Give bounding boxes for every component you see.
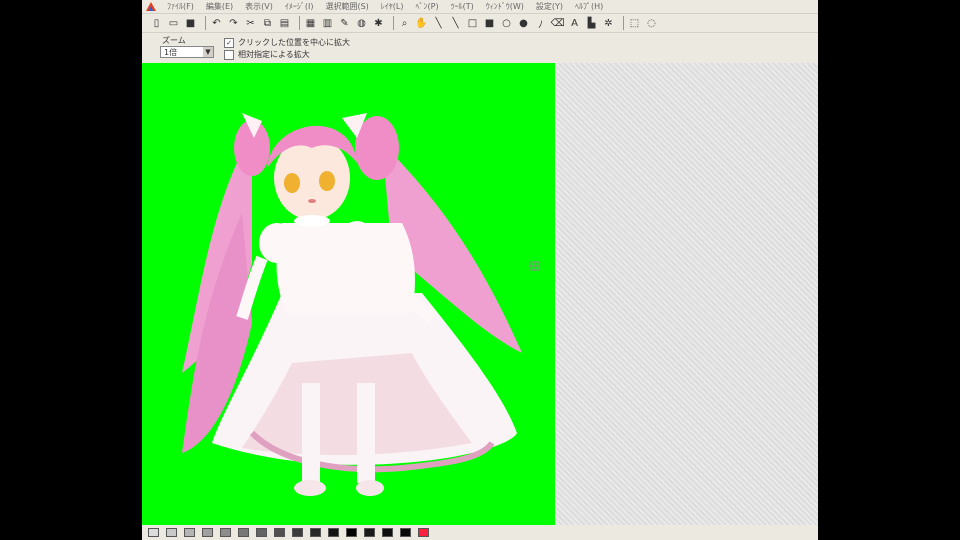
collar: [294, 215, 330, 227]
color-palette: [142, 525, 818, 540]
palette-swatch[interactable]: [220, 528, 231, 537]
menu-item[interactable]: 表示(V): [239, 1, 279, 12]
menu-item[interactable]: ﾚｲﾔ(L): [375, 1, 410, 12]
menu-item[interactable]: 設定(Y): [530, 1, 569, 12]
rect-icon[interactable]: □: [466, 17, 479, 30]
palette-swatch[interactable]: [256, 528, 267, 537]
center-zoom-label: クリックした位置を中心に拡大: [238, 38, 350, 47]
left-foot: [294, 480, 326, 496]
select-rect-icon[interactable]: ⬚: [628, 17, 641, 30]
palette-swatch[interactable]: [292, 528, 303, 537]
bucket-icon[interactable]: ◍: [355, 17, 368, 30]
menu-item[interactable]: ｲﾒｰｼﾞ(I): [279, 1, 320, 12]
copy-icon[interactable]: ⧉: [261, 17, 274, 30]
crosshair-cursor-icon: [530, 261, 540, 271]
zoom-icon[interactable]: ⌕: [398, 17, 411, 30]
menu-item[interactable]: ﾂｰﾙ(T): [445, 1, 480, 12]
dropper-icon[interactable]: ﾉ: [534, 17, 547, 31]
circle-icon[interactable]: ○: [500, 17, 513, 30]
left-leg: [302, 383, 320, 483]
left-eye: [284, 173, 300, 193]
palette-swatch[interactable]: [400, 528, 411, 537]
palette-swatch[interactable]: [274, 528, 285, 537]
toolbar-separator: [393, 16, 394, 30]
zoom-value: 1倍: [164, 48, 178, 57]
work-area[interactable]: [142, 63, 818, 525]
palette-swatch[interactable]: [382, 528, 393, 537]
effect-icon[interactable]: ✱: [372, 17, 385, 30]
right-foot: [356, 480, 384, 496]
right-eye: [319, 171, 335, 191]
layer-icon[interactable]: ▥: [321, 17, 334, 30]
menu-item[interactable]: ﾍﾟﾝ(P): [410, 1, 445, 12]
pencil-icon[interactable]: ╲: [449, 17, 462, 30]
menu-item[interactable]: ﾌｧｲﾙ(F): [161, 1, 200, 12]
pen-icon[interactable]: ✎: [338, 17, 351, 30]
cut-icon[interactable]: ✂: [244, 17, 257, 30]
zoom-label: ズーム: [162, 36, 186, 45]
paste-icon[interactable]: ▤: [278, 17, 291, 30]
menu-item[interactable]: 編集(E): [200, 1, 239, 12]
save-icon[interactable]: ■: [184, 17, 197, 30]
mouth: [308, 199, 316, 203]
redo-icon[interactable]: ↷: [227, 17, 240, 30]
palette-swatch[interactable]: [418, 528, 429, 537]
menu-item[interactable]: 選択範囲(S): [319, 1, 374, 12]
palette-swatch[interactable]: [202, 528, 213, 537]
select-lasso-icon[interactable]: ◌: [645, 17, 658, 30]
palette-swatch[interactable]: [238, 528, 249, 537]
toolbar-separator: [205, 16, 206, 30]
grid-icon[interactable]: ▦: [304, 17, 317, 30]
option-center-zoom[interactable]: ✓ クリックした位置を中心に拡大: [224, 37, 350, 48]
character-sprite: [182, 113, 522, 496]
main-toolbar: ▯ ▭ ■ ↶ ↷ ✂ ⧉ ▤ ▦ ▥ ✎ ◍ ✱ ⌕ ✋ ╲ ╲ □ ■ ○ ● ﾉ ⌫ A ▙ ✲ ⬚ ◌: [142, 14, 818, 32]
menu-bar: ﾌｧｲﾙ(F) 編集(E) 表示(V) ｲﾒｰｼﾞ(I) 選択範囲(S) ﾚｲﾔ(L) ﾍﾟ…: [142, 0, 818, 13]
left-sleeve: [259, 223, 295, 263]
app-logo-icon: [146, 2, 156, 11]
right-sleeve: [339, 221, 375, 261]
brush-icon[interactable]: ✲: [602, 17, 615, 30]
palette-swatch[interactable]: [166, 528, 177, 537]
relative-zoom-checkbox[interactable]: [224, 49, 234, 60]
palette-swatch[interactable]: [328, 528, 339, 537]
undo-icon[interactable]: ↶: [210, 17, 223, 30]
fill-circle-icon[interactable]: ●: [517, 17, 530, 30]
line-icon[interactable]: ╲: [432, 17, 445, 30]
new-icon[interactable]: ▯: [150, 17, 163, 30]
drawing-canvas[interactable]: [142, 63, 555, 525]
palette-swatch[interactable]: [184, 528, 195, 537]
palette-swatch[interactable]: [346, 528, 357, 537]
center-zoom-checkbox[interactable]: ✓: [224, 37, 234, 48]
toolbar-separator: [299, 16, 300, 30]
option-relative-zoom[interactable]: 相対指定による拡大: [224, 49, 310, 60]
menu-item[interactable]: ｳｨﾝﾄﾞｳ(W): [480, 1, 530, 12]
eraser-icon[interactable]: ⌫: [550, 17, 564, 30]
palette-swatch[interactable]: [148, 528, 159, 537]
text-icon[interactable]: A: [568, 17, 581, 30]
palette-swatch[interactable]: [364, 528, 375, 537]
right-leg: [357, 383, 375, 483]
stamp-icon[interactable]: ▙: [585, 17, 598, 30]
hand-icon[interactable]: ✋: [415, 17, 428, 30]
relative-zoom-label: 相対指定による拡大: [238, 50, 310, 59]
zoom-select[interactable]: 1倍 ▼: [160, 46, 214, 58]
fill-rect-icon[interactable]: ■: [483, 17, 496, 30]
toolbar-separator: [623, 16, 624, 30]
open-icon[interactable]: ▭: [167, 17, 180, 30]
palette-swatch[interactable]: [310, 528, 321, 537]
app-window: ﾌｧｲﾙ(F) 編集(E) 表示(V) ｲﾒｰｼﾞ(I) 選択範囲(S) ﾚｲﾔ(L) ﾍﾟ…: [142, 0, 818, 540]
zoom-options-bar: ズーム 1倍 ▼ ✓ クリックした位置を中心に拡大 相対指定による拡大: [142, 33, 818, 63]
chevron-down-icon[interactable]: ▼: [203, 47, 213, 57]
menu-item[interactable]: ﾍﾙﾌﾟ(H): [569, 1, 609, 12]
